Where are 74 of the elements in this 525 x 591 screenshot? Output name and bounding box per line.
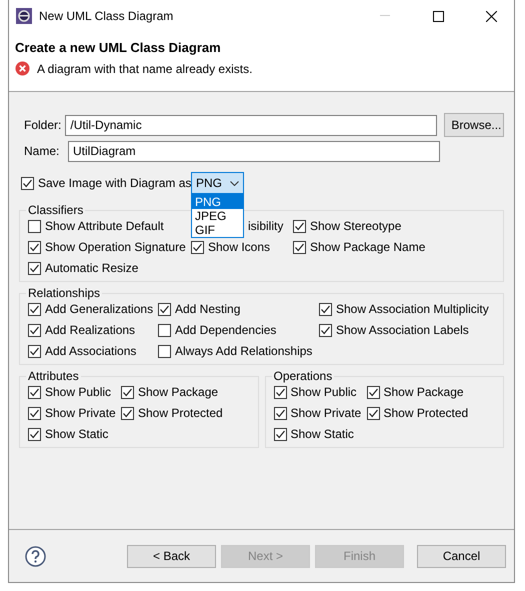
checkbox-label: Show Package [138, 385, 218, 399]
help-icon[interactable] [25, 546, 46, 566]
checkbox[interactable] [293, 220, 306, 232]
caret-icon [230, 180, 239, 186]
checkbox-label: Add Dependencies [175, 323, 276, 337]
checkbox[interactable] [28, 344, 41, 358]
checkbox[interactable] [274, 406, 286, 420]
checkbox-label: Automatic Resize [45, 261, 138, 275]
format-dropdown[interactable]: PNG [191, 172, 244, 194]
checkbox[interactable] [274, 428, 286, 440]
checkbox-label: Show Association Multiplicity [336, 302, 489, 316]
close-icon [486, 10, 496, 22]
checkbox-label: Add Associations [45, 344, 136, 358]
checkbox[interactable] [293, 240, 306, 254]
checkbox[interactable] [28, 262, 41, 274]
checkbox[interactable] [28, 386, 41, 398]
checkbox[interactable] [366, 406, 380, 420]
checkbox-label: Show Association Labels [336, 323, 469, 337]
checkbox-label: Show Private [45, 406, 116, 420]
checkbox-label: Show Public [45, 385, 112, 399]
field-label: Name: [24, 144, 60, 158]
window-title: New UML Class Diagram [39, 9, 174, 23]
checkbox[interactable] [158, 302, 171, 316]
checkbox[interactable] [28, 324, 41, 336]
minimize-icon [380, 15, 390, 17]
checkbox-label: Show Stereotype [310, 219, 402, 233]
checkbox-label: Show Protected [138, 406, 223, 420]
checkbox-label: Add Nesting [175, 302, 240, 316]
checkbox[interactable] [28, 220, 41, 232]
text-field[interactable]: /Util-Dynamic [65, 114, 438, 136]
checkbox-label: Show Protected [384, 406, 468, 420]
checkbox-label: Show Package Name [310, 240, 426, 254]
checkbox[interactable] [121, 406, 134, 420]
checkbox[interactable] [191, 240, 204, 254]
checkbox-label: Show Private [290, 406, 362, 420]
group-title: Attributes [27, 369, 80, 383]
text-field[interactable]: UtilDiagram [68, 140, 440, 162]
checkbox[interactable] [28, 428, 41, 440]
checkbox[interactable] [158, 324, 171, 336]
checkbox-label: Save Image with Diagram as [38, 176, 192, 190]
checkbox[interactable] [319, 324, 332, 336]
checkbox-label: Show Public [290, 385, 357, 399]
error-message: A diagram with that name already exists. [37, 62, 252, 76]
error-icon [15, 61, 30, 76]
checkbox[interactable] [21, 176, 34, 190]
checkbox-label: Add Realizations [45, 323, 136, 337]
checkbox-label: Show Attribute Default [45, 219, 164, 233]
checkbox[interactable] [366, 386, 380, 398]
maximize-icon [432, 10, 444, 22]
group-title: Relationships [27, 286, 102, 300]
checkbox[interactable] [319, 302, 332, 316]
wizard-title: Create a new UML Class Diagram [15, 40, 222, 55]
browse-button[interactable]: Browse... [444, 113, 504, 137]
group-title: Operations [272, 369, 334, 383]
checkbox-label: Show Package [384, 385, 464, 399]
field-label: Folder: [24, 118, 62, 132]
checkbox-label: Always Add Relationships [175, 344, 312, 358]
dropdown-option[interactable]: PNG [192, 195, 243, 209]
checkbox[interactable] [121, 386, 134, 398]
checkbox[interactable] [28, 240, 41, 254]
wizard-button[interactable]: < Back [127, 544, 216, 568]
checkbox-label: Show Static [290, 427, 354, 441]
checkbox[interactable] [158, 344, 171, 358]
checkbox[interactable] [28, 302, 41, 316]
app-icon [16, 8, 32, 24]
checkbox[interactable] [28, 406, 41, 420]
checkbox-label: Show Static [45, 427, 108, 441]
group-title: Classifiers [27, 203, 84, 217]
checkbox-label: isibility [248, 219, 284, 233]
checkbox[interactable] [274, 386, 286, 398]
checkbox-label: Add Generalizations [45, 302, 154, 316]
checkbox-label: Show Operation Signature [45, 240, 186, 254]
wizard-button[interactable]: Cancel [417, 544, 506, 568]
checkbox-label: Show Icons [208, 240, 270, 254]
